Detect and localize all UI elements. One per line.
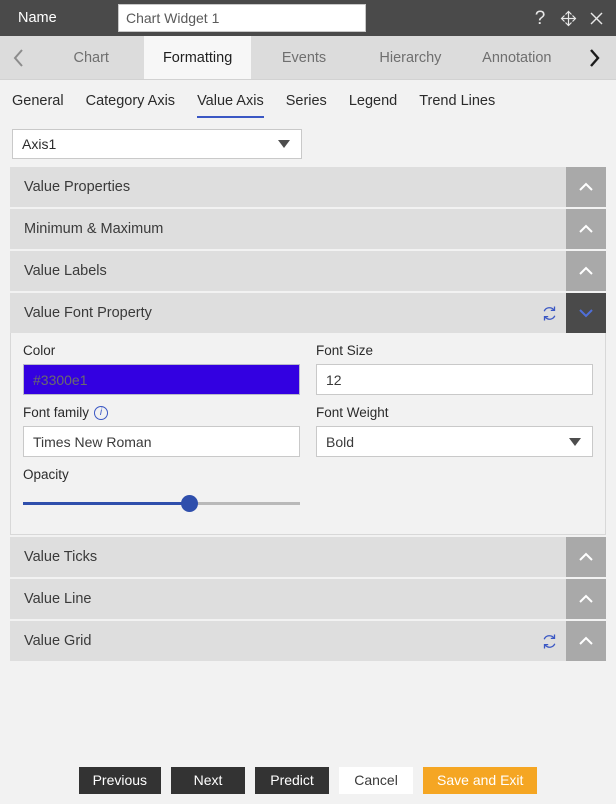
- font-family-field-group: Font family i: [23, 405, 300, 457]
- caret-down-icon: [569, 437, 581, 446]
- tab-events[interactable]: Events: [251, 36, 357, 79]
- name-label: Name: [18, 10, 57, 26]
- sub-tab-bar: General Category Axis Value Axis Series …: [0, 80, 616, 118]
- subtab-trend-lines[interactable]: Trend Lines: [419, 93, 495, 118]
- help-icon[interactable]: ?: [530, 5, 550, 31]
- subtab-general-label: General: [12, 93, 64, 109]
- section-value-ticks-header[interactable]: Value Ticks: [10, 537, 606, 577]
- footer-button-bar: Previous Next Predict Cancel Save and Ex…: [0, 756, 616, 804]
- opacity-slider[interactable]: [23, 492, 300, 514]
- section-value-labels-title: Value Labels: [24, 263, 107, 279]
- font-weight-select[interactable]: Bold: [316, 426, 593, 457]
- save-and-exit-button[interactable]: Save and Exit: [423, 766, 538, 794]
- color-input[interactable]: [23, 364, 300, 395]
- tab-formatting[interactable]: Formatting: [144, 36, 251, 79]
- axis-select-wrap: Axis1: [0, 118, 616, 167]
- cancel-button[interactable]: Cancel: [339, 766, 414, 794]
- subtab-value-axis-label: Value Axis: [197, 93, 264, 109]
- section-value-properties-title: Value Properties: [24, 179, 131, 195]
- refresh-icon[interactable]: [532, 633, 566, 650]
- subtab-legend[interactable]: Legend: [349, 93, 397, 118]
- subtab-general[interactable]: General: [12, 93, 64, 118]
- section-value-grid: Value Grid: [10, 621, 606, 661]
- subtab-category-axis-label: Category Axis: [85, 93, 176, 109]
- section-value-font-property-toggle[interactable]: [566, 293, 606, 333]
- subtab-legend-label: Legend: [348, 93, 398, 109]
- tab-formatting-label: Formatting: [162, 49, 233, 66]
- previous-button[interactable]: Previous: [78, 766, 162, 794]
- font-row-1: Color Font Size: [23, 343, 593, 395]
- value-axis-accordion: Value Properties Minimum & Maximum Value…: [0, 167, 616, 661]
- font-family-label-text: Font family: [23, 405, 90, 420]
- move-icon[interactable]: [558, 5, 578, 31]
- axis-select[interactable]: Axis1: [12, 129, 302, 159]
- section-value-line-toggle[interactable]: [566, 579, 606, 619]
- section-value-properties: Value Properties: [10, 167, 606, 207]
- tab-hierarchy[interactable]: Hierarchy: [357, 36, 463, 79]
- section-value-labels-header[interactable]: Value Labels: [10, 251, 606, 291]
- font-row-2: Font family i Font Weight Bold: [23, 405, 593, 457]
- subtab-series-label: Series: [285, 93, 327, 109]
- tab-annotation[interactable]: Annotation: [464, 36, 570, 79]
- section-minimum-maximum-title: Minimum & Maximum: [24, 221, 164, 237]
- section-value-ticks-title: Value Ticks: [24, 549, 98, 565]
- predict-button[interactable]: Predict: [255, 766, 330, 794]
- font-size-field-group: Font Size: [316, 343, 593, 395]
- section-minimum-maximum: Minimum & Maximum: [10, 209, 606, 249]
- opacity-field-group: Opacity: [23, 467, 308, 514]
- section-value-line: Value Line: [10, 579, 606, 619]
- section-minimum-maximum-toggle[interactable]: [566, 209, 606, 249]
- tab-hierarchy-label: Hierarchy: [379, 49, 442, 66]
- section-value-font-property: Value Font Property Color #3300e1 Font S…: [10, 293, 606, 535]
- close-icon[interactable]: [586, 5, 606, 31]
- next-button[interactable]: Next: [171, 766, 246, 794]
- refresh-icon[interactable]: [532, 305, 566, 322]
- section-value-grid-title: Value Grid: [24, 633, 92, 649]
- tab-chart[interactable]: Chart: [38, 36, 144, 79]
- section-value-ticks-toggle[interactable]: [566, 537, 606, 577]
- subtab-category-axis[interactable]: Category Axis: [86, 93, 175, 118]
- section-value-labels: Value Labels: [10, 251, 606, 291]
- opacity-label: Opacity: [23, 467, 69, 482]
- opacity-slider-thumb[interactable]: [180, 494, 198, 512]
- title-bar: Name ?: [0, 0, 616, 36]
- font-size-input[interactable]: [316, 364, 593, 395]
- caret-down-icon: [278, 140, 290, 148]
- font-family-input[interactable]: [23, 426, 300, 457]
- main-tab-bar: Chart Formatting Events Hierarchy Annota…: [0, 36, 616, 80]
- font-weight-label: Font Weight: [316, 405, 389, 420]
- section-value-labels-toggle[interactable]: [566, 251, 606, 291]
- section-value-line-title: Value Line: [24, 591, 92, 607]
- section-value-grid-toggle[interactable]: [566, 621, 606, 661]
- font-family-label: Font family i: [23, 405, 300, 420]
- section-value-font-property-header[interactable]: Value Font Property: [10, 293, 606, 333]
- subtab-value-axis[interactable]: Value Axis: [197, 93, 264, 118]
- tab-events-label: Events: [281, 49, 327, 66]
- color-label: Color: [23, 343, 56, 358]
- subtab-trend-lines-label: Trend Lines: [419, 93, 496, 109]
- section-value-properties-header[interactable]: Value Properties: [10, 167, 606, 207]
- opacity-slider-fill: [23, 501, 190, 505]
- color-field-group: Color: [23, 343, 300, 395]
- section-minimum-maximum-header[interactable]: Minimum & Maximum: [10, 209, 606, 249]
- subtab-series[interactable]: Series: [286, 93, 327, 118]
- axis-select-value: Axis1: [22, 136, 57, 152]
- section-value-line-header[interactable]: Value Line: [10, 579, 606, 619]
- font-weight-field-group: Font Weight Bold: [316, 405, 593, 457]
- section-value-ticks: Value Ticks: [10, 537, 606, 577]
- info-icon[interactable]: i: [94, 405, 109, 420]
- widget-name-input[interactable]: [118, 4, 366, 32]
- tab-annotation-label: Annotation: [482, 49, 552, 66]
- tab-chart-label: Chart: [73, 49, 109, 66]
- section-value-font-property-title: Value Font Property: [24, 305, 152, 321]
- section-value-grid-header[interactable]: Value Grid: [10, 621, 606, 661]
- font-weight-value: Bold: [326, 433, 355, 450]
- tabs-scroll: Chart Formatting Events Hierarchy Annota…: [38, 36, 570, 79]
- section-value-properties-toggle[interactable]: [566, 167, 606, 207]
- tabs-next-button[interactable]: [570, 36, 616, 79]
- value-font-property-body: Color Font Size Font family i Fo: [10, 333, 606, 535]
- tabs-prev-button[interactable]: [0, 36, 38, 79]
- font-size-label: Font Size: [316, 343, 374, 358]
